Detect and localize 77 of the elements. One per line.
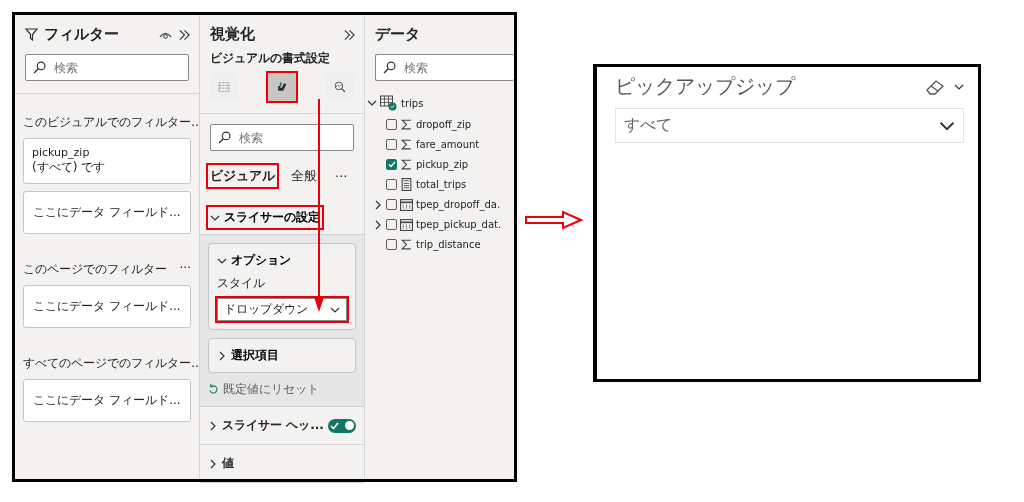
field-name: tpep_dropoff_da. <box>416 199 501 210</box>
table-icon <box>380 95 398 111</box>
chevron-icon <box>373 219 383 230</box>
search-icon <box>383 61 396 74</box>
tab[interactable]: 全般 <box>289 165 319 187</box>
chevron-icon <box>208 420 218 431</box>
field-name: dropoff_zip <box>416 119 472 130</box>
search-field[interactable]: 検索 <box>375 54 514 81</box>
card-header[interactable]: 選択項目 <box>217 347 347 364</box>
grid-icon <box>218 82 230 92</box>
drop-zone[interactable]: ここにデータ フィールド... <box>23 191 191 234</box>
search-field[interactable]: 検索 <box>210 124 354 151</box>
panel-title: 視覚化 <box>210 25 256 44</box>
checkbox[interactable] <box>386 119 397 130</box>
more-button[interactable]: ··· <box>335 168 348 184</box>
calendar-icon <box>400 198 413 211</box>
analytics-icon <box>334 81 346 93</box>
setting-row[interactable]: 値 <box>200 445 364 483</box>
slicer-title: ピックアップジップ <box>615 73 797 100</box>
check-icon <box>329 421 339 430</box>
field-name: pickup_zip <box>416 159 469 170</box>
calculator-icon <box>400 178 413 191</box>
checkbox[interactable] <box>386 239 397 250</box>
collapse-icon[interactable] <box>343 28 356 41</box>
field-name: trip_distance <box>416 239 481 250</box>
checkbox[interactable] <box>386 219 397 230</box>
sigma-icon <box>400 158 413 171</box>
tree-item[interactable]: dropoff_zip <box>373 118 514 131</box>
style-dropdown[interactable]: ドロップダウン <box>217 298 347 321</box>
chevron-icon <box>367 98 377 108</box>
arrow-icon <box>525 210 583 230</box>
subtitle: ビジュアルの書式設定 <box>209 50 331 67</box>
field-label: スタイル <box>217 275 266 292</box>
tree-item[interactable]: tpep_dropoff_da. <box>373 198 514 211</box>
drop-zone[interactable]: ここにデータ フィールド... <box>23 379 191 422</box>
sigma-icon <box>400 118 413 131</box>
chevron-icon <box>217 350 227 361</box>
tree-item[interactable]: trip_distance <box>373 238 514 251</box>
tree-item[interactable]: fare_amount <box>373 138 514 151</box>
search-field[interactable]: 検索 <box>25 54 189 81</box>
sigma-icon <box>400 138 413 151</box>
checkbox[interactable] <box>386 139 397 150</box>
field-name: trips <box>401 97 424 109</box>
collapse-icon[interactable] <box>178 28 191 41</box>
reset-link[interactable]: 既定値にリセット <box>208 381 356 398</box>
chevron-icon <box>373 199 383 210</box>
filter-icon <box>25 28 38 41</box>
more-button[interactable]: ··· <box>179 261 191 278</box>
pane-tab[interactable] <box>268 73 296 101</box>
checkbox[interactable] <box>386 159 397 170</box>
field-name: total_trips <box>416 179 467 190</box>
sigma-icon <box>400 238 413 251</box>
section-title: このページでのフィルター <box>23 261 167 278</box>
reset-icon <box>208 384 219 395</box>
setting-row[interactable]: スライサー ヘッ... <box>200 407 364 445</box>
search-icon <box>33 61 46 74</box>
checkbox[interactable] <box>386 179 397 190</box>
dropdown-value: すべて <box>624 115 672 136</box>
tree-item[interactable]: total_trips <box>373 178 514 191</box>
chevron-icon <box>208 458 218 469</box>
field-name: fare_amount <box>416 139 480 150</box>
paintbrush-icon <box>278 82 287 91</box>
tab[interactable]: ビジュアル <box>208 165 277 187</box>
calendar-icon <box>400 218 413 231</box>
tree-item[interactable]: trips <box>367 95 514 111</box>
toggle-switch[interactable] <box>327 418 356 433</box>
search-icon <box>218 131 231 144</box>
panel-title: フィルター <box>44 25 120 44</box>
panel-title: データ <box>375 25 421 44</box>
slicer-dropdown[interactable]: すべて <box>615 108 964 143</box>
filter-card[interactable]: pickup_zip (すべて) です <box>23 138 191 184</box>
drop-zone[interactable]: ここにデータ フィールド... <box>23 285 191 328</box>
card-header[interactable]: オプション <box>217 252 347 269</box>
field-name: tpep_pickup_dat. <box>416 219 502 230</box>
tree-item[interactable]: pickup_zip <box>373 158 514 171</box>
tree-item[interactable]: tpep_pickup_dat. <box>373 218 514 231</box>
checkbox[interactable] <box>386 199 397 210</box>
